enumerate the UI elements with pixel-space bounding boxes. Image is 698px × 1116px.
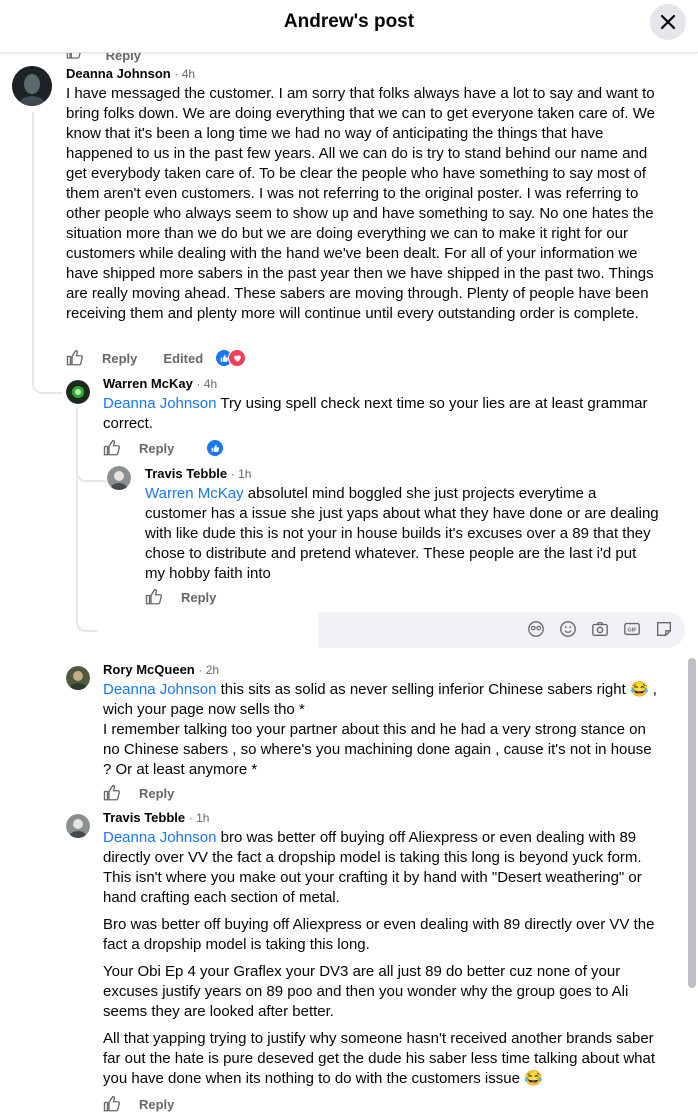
like-icon[interactable] bbox=[145, 588, 163, 606]
comment-text: I remember talking too your partner abou… bbox=[103, 721, 652, 778]
like-icon[interactable] bbox=[103, 1095, 121, 1113]
thread-line bbox=[76, 406, 78, 622]
comment-text: Deanna Johnson Try using spell check nex… bbox=[103, 395, 648, 432]
svg-text:GIF: GIF bbox=[628, 628, 638, 634]
comment-text: I have messaged the customer. I am sorry… bbox=[66, 85, 655, 322]
avatar[interactable] bbox=[107, 466, 131, 490]
comment-time[interactable]: · 1h bbox=[231, 467, 252, 481]
comment-text: Your Obi Ep 4 your Graflex your DV3 are … bbox=[103, 963, 629, 1020]
comment-text: Warren McKay absolutel mind boggled she … bbox=[145, 485, 659, 582]
thread-connector bbox=[76, 600, 98, 632]
comment: Travis Tebble · 1h Warren McKay absolute… bbox=[145, 466, 660, 584]
dialog-title: Andrew's post bbox=[283, 11, 415, 32]
reply-button[interactable]: Reply bbox=[139, 441, 174, 456]
comment-text: All that yapping trying to justify why s… bbox=[103, 1030, 656, 1087]
reply-button[interactable]: Reply bbox=[102, 351, 137, 366]
comment: Warren McKay · 4h Deanna Johnson Try usi… bbox=[103, 376, 663, 434]
comment-text: Bro was better off buying off Aliexpress… bbox=[103, 916, 655, 953]
comment-actions: Reply bbox=[103, 783, 200, 803]
thread-connector bbox=[76, 458, 106, 482]
mention-link[interactable]: Warren McKay bbox=[145, 485, 244, 502]
comment-actions: Reply bbox=[145, 587, 242, 607]
sticker-face-icon[interactable] bbox=[527, 620, 545, 638]
reply-button[interactable]: Reply bbox=[181, 590, 216, 605]
gif-icon[interactable]: GIF bbox=[623, 620, 641, 638]
reply-button[interactable]: Reply bbox=[139, 1097, 174, 1112]
reaction-summary[interactable] bbox=[215, 349, 247, 367]
like-icon[interactable] bbox=[66, 349, 84, 367]
comment-time[interactable]: · 4h bbox=[196, 377, 217, 391]
edited-label: Edited bbox=[163, 350, 204, 366]
mention-link[interactable]: Deanna Johnson bbox=[103, 829, 216, 846]
thread-connector bbox=[32, 370, 62, 394]
love-reaction-icon bbox=[228, 349, 247, 367]
composer-overlay bbox=[140, 612, 318, 648]
sticker-icon[interactable] bbox=[655, 620, 673, 638]
mention-link[interactable]: Deanna Johnson bbox=[103, 681, 216, 698]
comment-actions: Reply bbox=[103, 438, 225, 458]
avatar[interactable] bbox=[66, 380, 90, 404]
comment-actions: Reply bbox=[103, 1094, 200, 1114]
emoji-icon[interactable] bbox=[559, 620, 577, 638]
comment-actions: Reply Edited bbox=[66, 348, 247, 368]
reply-composer[interactable]: GIF bbox=[140, 612, 685, 648]
like-reaction-icon bbox=[206, 439, 225, 457]
comment-author[interactable]: Warren McKay bbox=[103, 376, 193, 391]
avatar[interactable] bbox=[66, 666, 90, 690]
comment: Deanna Johnson · 4h I have messaged the … bbox=[66, 66, 666, 324]
close-icon bbox=[660, 14, 676, 30]
comment-text: Deanna Johnson bro was better off buying… bbox=[103, 829, 642, 906]
comment-time[interactable]: · 2h bbox=[198, 663, 219, 677]
like-icon[interactable] bbox=[103, 439, 121, 457]
comment: Travis Tebble · 1h Deanna Johnson bro wa… bbox=[103, 810, 663, 1089]
mention-link[interactable]: Deanna Johnson bbox=[103, 395, 216, 412]
comment-author[interactable]: Travis Tebble bbox=[103, 810, 185, 825]
dialog-header: Andrew's post bbox=[0, 0, 698, 53]
scrollbar[interactable] bbox=[688, 658, 696, 988]
comment-time[interactable]: · 4h bbox=[174, 67, 195, 81]
composer-icons: GIF bbox=[527, 620, 673, 638]
comment-time[interactable]: · 1h bbox=[189, 811, 210, 825]
comment-text: Deanna Johnson this sits as solid as nev… bbox=[103, 681, 657, 718]
reply-button[interactable]: Reply bbox=[139, 786, 174, 801]
comment-author[interactable]: Deanna Johnson bbox=[66, 66, 171, 81]
thread-line bbox=[32, 112, 34, 372]
like-icon[interactable] bbox=[103, 784, 121, 802]
comment-author[interactable]: Travis Tebble bbox=[145, 466, 227, 481]
camera-icon[interactable] bbox=[591, 620, 609, 638]
close-button[interactable] bbox=[650, 4, 686, 40]
reaction-summary[interactable] bbox=[206, 439, 225, 457]
avatar[interactable] bbox=[66, 814, 90, 838]
comment-author[interactable]: Rory McQueen bbox=[103, 662, 195, 677]
comment: Rory McQueen · 2h Deanna Johnson this si… bbox=[103, 662, 663, 780]
avatar[interactable] bbox=[12, 66, 52, 106]
